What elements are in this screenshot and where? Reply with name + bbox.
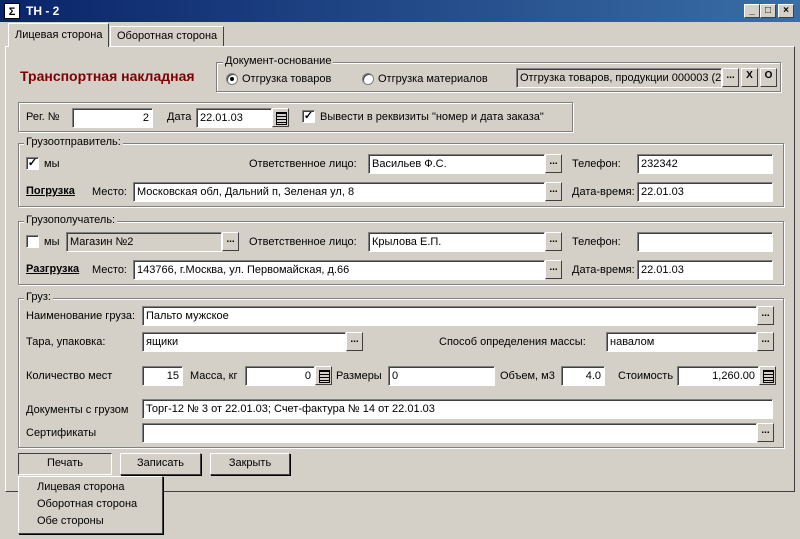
basis-document-field[interactable]: Отгрузка товаров, продукции 000003 (2 — [516, 68, 722, 88]
places-count-field[interactable]: 15 — [142, 366, 183, 386]
shipper-responsible-select-button[interactable]: ... — [545, 154, 562, 173]
order-checkbox-label[interactable]: Вывести в реквизиты "номер и дата заказа… — [320, 110, 544, 124]
shipper-phone-field[interactable]: 232342 — [637, 154, 773, 174]
certificates-label: Сертификаты — [26, 427, 97, 439]
basis-open-button[interactable]: O — [760, 68, 777, 87]
print-button[interactable]: Печать — [18, 453, 112, 475]
menu-item-front-side[interactable]: Лицевая сторона — [19, 479, 162, 496]
cargo-name-field[interactable]: Пальто мужское — [142, 306, 757, 326]
shipper-place-select-button[interactable]: ... — [545, 182, 562, 201]
consignee-responsible-field[interactable]: Крылова Е.П. — [368, 232, 545, 252]
cargo-name-label: Наименование груза: — [26, 310, 136, 322]
radio-goods-label[interactable]: Отгрузка товаров — [242, 72, 331, 86]
docs-field[interactable]: Торг-12 № 3 от 22.01.03; Счет-фактура № … — [142, 399, 773, 419]
write-button[interactable]: Записать — [120, 453, 201, 475]
mass-calculator-icon[interactable] — [315, 366, 332, 385]
shipper-responsible-label: Ответственное лицо: — [249, 158, 357, 170]
date-label: Дата — [167, 111, 192, 123]
consignee-we-checkbox[interactable] — [26, 235, 39, 248]
mass-label: Масса, кг — [190, 370, 238, 382]
consignee-we-label[interactable]: мы — [44, 235, 59, 249]
menu-item-back-side[interactable]: Оборотная сторона — [19, 496, 162, 513]
menu-item-both-sides[interactable]: Обе стороны — [19, 513, 162, 530]
document-icon[interactable]: Σ — [4, 3, 20, 19]
volume-field[interactable]: 4.0 — [561, 366, 605, 386]
close-button[interactable]: Закрыть — [210, 453, 290, 475]
order-checkbox[interactable]: ✓ — [302, 110, 315, 123]
consignee-datetime-field[interactable]: 22.01.03 — [637, 260, 773, 280]
unloading-link[interactable]: Разгрузка — [26, 263, 79, 275]
size-label: Размеры — [336, 370, 382, 382]
consignee-phone-field[interactable] — [637, 232, 773, 252]
date-field[interactable]: 22.01.03 — [196, 108, 272, 128]
tab-back-side[interactable]: Оборотная сторона — [110, 26, 225, 46]
package-field[interactable]: ящики — [142, 332, 346, 352]
basis-legend: Документ-основание — [223, 55, 334, 67]
cargo-legend: Груз: — [24, 291, 53, 303]
package-label: Тара, упаковка: — [26, 336, 106, 348]
consignee-place-field[interactable]: 143766, г.Москва, ул. Первомайская, д.66 — [133, 260, 545, 280]
shipper-we-checkbox[interactable]: ✓ — [26, 157, 39, 170]
shipper-datetime-field[interactable]: 22.01.03 — [637, 182, 773, 202]
window-title: ТН - 2 — [26, 4, 60, 18]
basis-select-button[interactable]: ... — [722, 68, 739, 87]
cargo-name-select-button[interactable]: ... — [757, 306, 774, 325]
consignee-name-select-button[interactable]: ... — [222, 232, 239, 251]
radio-materials-label[interactable]: Отгрузка материалов — [378, 72, 488, 86]
consignee-legend: Грузополучатель: — [24, 214, 118, 226]
cost-label: Стоимость — [618, 370, 674, 382]
radio-goods[interactable] — [226, 73, 238, 85]
minimize-button[interactable]: _ — [744, 4, 760, 18]
tab-front-side[interactable]: Лицевая сторона — [8, 23, 110, 47]
title-bar: Σ ТН - 2 _ □ × — [0, 0, 800, 22]
package-select-button[interactable]: ... — [346, 332, 363, 351]
page-title: Транспортная накладная — [20, 68, 195, 84]
shipper-datetime-label: Дата-время: — [572, 186, 635, 198]
consignee-place-label: Место: — [92, 264, 127, 276]
consignee-place-select-button[interactable]: ... — [545, 260, 562, 279]
places-count-label: Количество мест — [26, 370, 113, 382]
shipper-place-label: Место: — [92, 186, 127, 198]
size-field[interactable]: 0 — [388, 366, 495, 386]
close-window-button[interactable]: × — [778, 4, 794, 18]
shipper-phone-label: Телефон: — [572, 158, 621, 170]
reg-number-label: Рег. № — [26, 111, 60, 123]
docs-label: Документы с грузом — [26, 404, 129, 416]
consignee-phone-label: Телефон: — [572, 236, 621, 248]
volume-label: Объем, м3 — [500, 370, 555, 382]
consignee-responsible-select-button[interactable]: ... — [545, 232, 562, 251]
mass-method-field[interactable]: навалом — [606, 332, 757, 352]
cost-calculator-icon[interactable] — [759, 366, 776, 385]
mass-field[interactable]: 0 — [245, 366, 315, 386]
shipper-legend: Грузоотправитель: — [24, 136, 123, 148]
consignee-name-field[interactable]: Магазин №2 — [66, 232, 222, 252]
reg-number-field[interactable]: 2 — [72, 108, 153, 128]
certificates-field[interactable] — [142, 423, 757, 443]
loading-link[interactable]: Погрузка — [26, 185, 75, 197]
basis-clear-button[interactable]: X — [741, 68, 758, 87]
shipper-responsible-field[interactable]: Васильев Ф.С. — [368, 154, 545, 174]
mass-method-label: Способ определения массы: — [439, 336, 586, 348]
print-menu: Лицевая сторона Оборотная сторона Обе ст… — [18, 476, 163, 534]
radio-materials[interactable] — [362, 73, 374, 85]
cost-field[interactable]: 1,260.00 — [677, 366, 759, 386]
calendar-icon[interactable] — [272, 108, 289, 127]
certificates-select-button[interactable]: ... — [757, 423, 774, 442]
shipper-place-field[interactable]: Московская обл, Дальний п, Зеленая ул, 8 — [133, 182, 545, 202]
consignee-datetime-label: Дата-время: — [572, 264, 635, 276]
mass-method-select-button[interactable]: ... — [757, 332, 774, 351]
maximize-button[interactable]: □ — [760, 4, 776, 18]
shipper-we-label[interactable]: мы — [44, 157, 59, 171]
consignee-responsible-label: Ответственное лицо: — [249, 236, 357, 248]
